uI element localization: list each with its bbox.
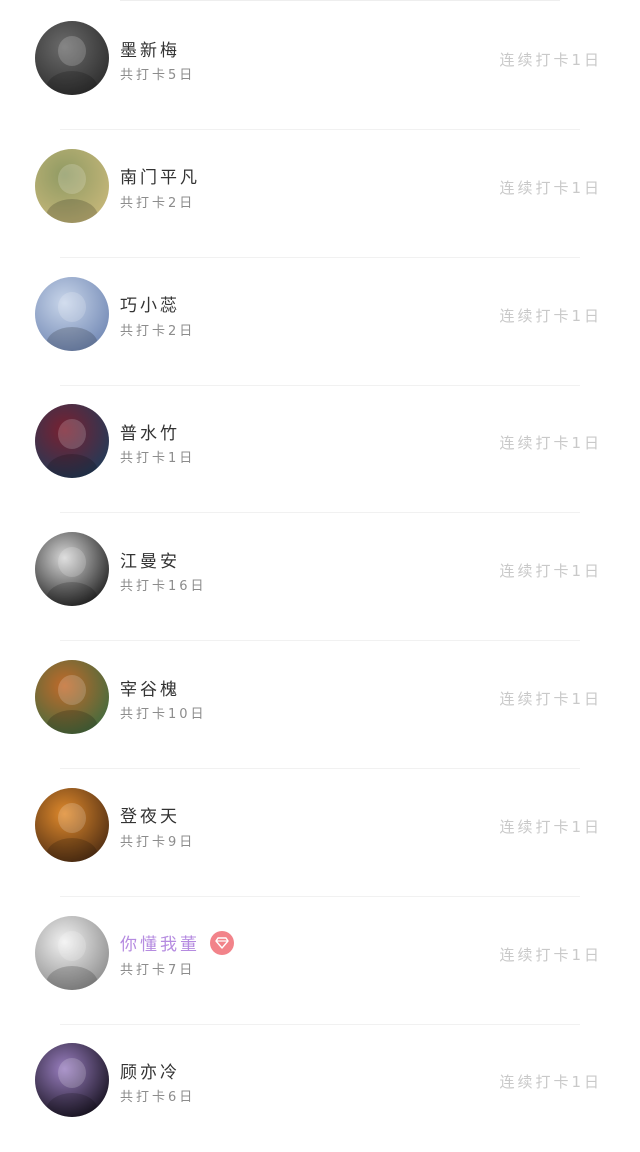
member-name: 宰谷槐	[120, 679, 180, 700]
member-name: 普水竹	[120, 423, 180, 444]
total-checkin-days: 共打卡10日	[120, 707, 207, 722]
member-name: 墨新梅	[120, 40, 180, 61]
consecutive-checkin-days: 连续打卡1日	[499, 690, 602, 708]
total-checkin-days: 共打卡1日	[120, 451, 196, 467]
consecutive-checkin-days: 连续打卡1日	[499, 1073, 602, 1092]
member-name-line: 巧小蕊	[120, 292, 180, 316]
avatar[interactable]	[35, 404, 109, 479]
member-row-5[interactable]: 江曼安 共打卡16日 连续打卡1日	[0, 513, 640, 642]
member-name-line: 登夜天	[120, 803, 180, 827]
member-name: 巧小蕊	[120, 296, 180, 317]
member-name-line: 墨新梅	[120, 36, 180, 61]
member-name: 登夜天	[120, 807, 180, 828]
member-name-line: 普水竹	[120, 419, 180, 444]
member-row-4[interactable]: 普水竹 共打卡1日 连续打卡1日	[0, 385, 640, 514]
total-checkin-days: 共打卡5日	[120, 68, 196, 83]
consecutive-checkin-days: 连续打卡1日	[499, 817, 602, 836]
member-name-line: 南门平凡	[120, 164, 200, 188]
avatar[interactable]	[35, 915, 109, 990]
member-row-9[interactable]: 顾亦冷 共打卡6日 连续打卡1日	[0, 1024, 640, 1152]
member-name-line: 江曼安	[120, 547, 180, 572]
consecutive-checkin-days: 连续打卡1日	[499, 306, 602, 325]
avatar[interactable]	[35, 660, 109, 734]
member-name: 你懂我董	[120, 935, 200, 956]
total-checkin-days: 共打卡9日	[120, 834, 196, 850]
member-name: 南门平凡	[120, 168, 200, 189]
member-name-line: 宰谷槐	[120, 675, 180, 700]
consecutive-checkin-days: 连续打卡1日	[499, 945, 602, 964]
total-checkin-days: 共打卡2日	[120, 323, 196, 339]
avatar[interactable]	[35, 787, 109, 862]
avatar[interactable]	[35, 276, 109, 351]
consecutive-checkin-days: 连续打卡1日	[499, 51, 602, 69]
member-name: 江曼安	[120, 551, 180, 572]
member-row-3[interactable]: 巧小蕊 共打卡2日 连续打卡1日	[0, 258, 640, 386]
member-row-7[interactable]: 登夜天 共打卡9日 连续打卡1日	[0, 769, 640, 897]
total-checkin-days: 共打卡16日	[120, 579, 207, 595]
consecutive-checkin-days: 连续打卡1日	[499, 562, 602, 581]
top-divider	[120, 0, 560, 1]
member-name: 顾亦冷	[120, 1062, 180, 1083]
member-row-2[interactable]: 南门平凡 共打卡2日 连续打卡1日	[0, 130, 640, 258]
avatar[interactable]	[35, 21, 109, 95]
member-name-line: 你懂我董	[120, 930, 234, 956]
avatar[interactable]	[35, 1043, 109, 1118]
consecutive-checkin-days: 连续打卡1日	[499, 178, 602, 197]
member-row-1[interactable]: 墨新梅 共打卡5日 连续打卡1日	[0, 2, 640, 130]
avatar[interactable]	[35, 532, 109, 607]
vip-diamond-icon	[210, 930, 234, 955]
member-name-line: 顾亦冷	[120, 1058, 180, 1083]
total-checkin-days: 共打卡6日	[120, 1090, 196, 1106]
total-checkin-days: 共打卡2日	[120, 195, 196, 211]
member-row-6[interactable]: 宰谷槐 共打卡10日 连续打卡1日	[0, 641, 640, 769]
consecutive-checkin-days: 连续打卡1日	[499, 434, 602, 453]
total-checkin-days: 共打卡7日	[120, 962, 196, 978]
member-row-8[interactable]: 你懂我董 共打卡7日 连续打卡1日	[0, 897, 640, 1025]
avatar[interactable]	[35, 148, 109, 223]
